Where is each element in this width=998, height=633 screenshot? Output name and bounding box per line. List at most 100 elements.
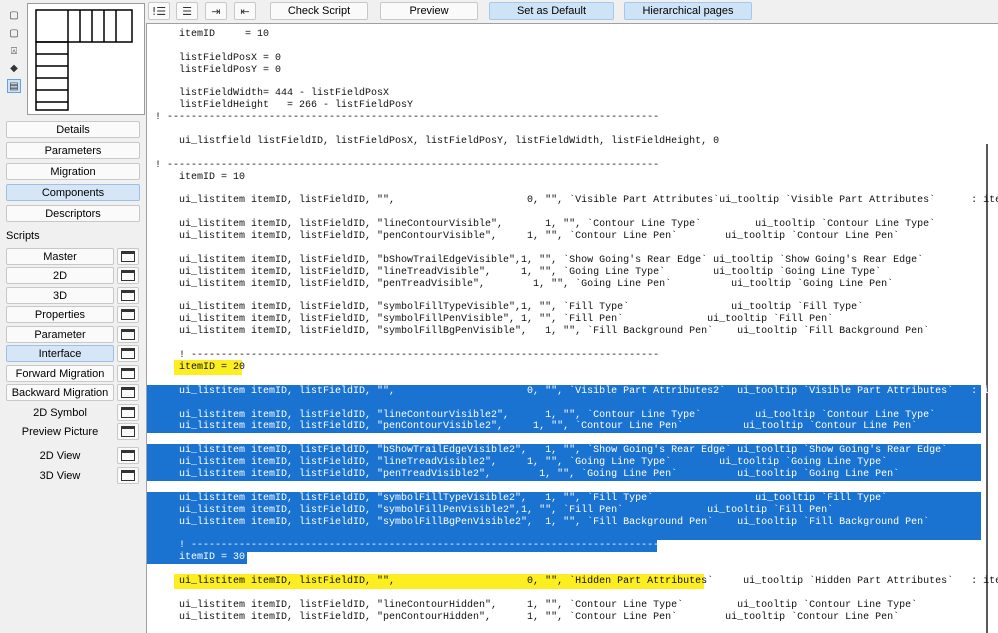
script-parameter-button[interactable]: Parameter xyxy=(6,326,114,343)
code-line[interactable] xyxy=(155,207,998,219)
script-preview-picture-button[interactable]: Preview Picture xyxy=(6,423,114,440)
code-line[interactable] xyxy=(155,291,998,303)
code-line[interactable]: ui_listitem itemID, listFieldID, "penCon… xyxy=(147,420,998,434)
square-icon[interactable]: ▢ xyxy=(7,26,21,40)
code-text: listFieldPosX = 0 xyxy=(155,52,282,64)
window-icon xyxy=(121,270,135,281)
script-label: 2D Symbol xyxy=(33,406,87,419)
code-line[interactable]: ! --------------------------------------… xyxy=(155,350,998,362)
open-window-button[interactable] xyxy=(117,326,139,343)
code-line[interactable]: ui_listitem itemID, listFieldID, "symbol… xyxy=(155,326,998,338)
code-line[interactable] xyxy=(155,77,998,89)
open-window-button[interactable] xyxy=(117,248,139,265)
code-line[interactable]: ui_listitem itemID, listFieldID, "penCon… xyxy=(155,612,998,624)
code-line[interactable]: ui_listitem itemID, listFieldID, "penTre… xyxy=(155,279,998,291)
migration-button[interactable]: Migration xyxy=(6,163,140,180)
script-2d-button[interactable]: 2D xyxy=(6,267,114,284)
components-button[interactable]: Components xyxy=(6,184,140,201)
parameters-button[interactable]: Parameters xyxy=(6,142,140,159)
script-2d-view-button[interactable]: 2D View xyxy=(6,447,114,464)
code-line[interactable]: ui_listitem itemID, listFieldID, "", 0, … xyxy=(147,384,998,398)
code-line[interactable]: ! --------------------------------------… xyxy=(155,160,998,172)
square-small-icon[interactable]: ▢ xyxy=(7,8,21,22)
script-label: Properties xyxy=(34,308,86,321)
check-script-label: Check Script xyxy=(287,5,351,17)
code-line[interactable]: ui_listitem itemID, listFieldID, "lineTr… xyxy=(155,267,998,279)
window-icon xyxy=(121,368,135,379)
open-window-button[interactable] xyxy=(117,345,139,362)
code-area[interactable]: itemID = 10 listFieldPosX = 0 listFieldP… xyxy=(147,29,998,624)
cube-icon[interactable]: ◆ xyxy=(7,61,21,75)
interface-icon[interactable]: ▤ xyxy=(7,79,21,93)
outdent-icon[interactable]: ⇤ xyxy=(234,2,256,20)
script-3d-button[interactable]: 3D xyxy=(6,287,114,304)
preview-label: Preview xyxy=(409,5,449,17)
code-line[interactable]: ui_listitem itemID, listFieldID, "lineCo… xyxy=(155,219,998,231)
code-line[interactable]: ui_listitem itemID, listFieldID, "lineCo… xyxy=(147,408,998,422)
insert-comment-icon[interactable]: !☰ xyxy=(148,2,170,20)
remove-comment-icon[interactable]: ☰ xyxy=(176,2,198,20)
code-line[interactable]: listFieldPosY = 0 xyxy=(155,65,998,77)
stamp-icon[interactable]: ⍓ xyxy=(7,44,21,58)
code-line[interactable]: ui_listitem itemID, listFieldID, "lineCo… xyxy=(155,600,998,612)
set-as-default-button[interactable]: Set as Default xyxy=(489,2,614,20)
code-line[interactable]: itemID = 10 xyxy=(155,29,998,41)
vertical-scrollbar[interactable] xyxy=(981,24,998,633)
script-interface-button[interactable]: Interface xyxy=(6,345,114,362)
code-line[interactable]: ui_listitem itemID, listFieldID, "lineTr… xyxy=(147,456,998,470)
script-properties-button[interactable]: Properties xyxy=(6,306,114,323)
code-line[interactable]: ui_listfield listFieldID, listFieldPosX,… xyxy=(155,136,998,148)
code-line[interactable]: listFieldHeight = 266 - listFieldPosY xyxy=(155,100,998,112)
code-line[interactable]: listFieldPosX = 0 xyxy=(155,53,998,65)
code-line[interactable]: ui_listitem itemID, listFieldID, "symbol… xyxy=(155,302,998,314)
descriptors-button[interactable]: Descriptors xyxy=(6,205,140,222)
open-window-button[interactable] xyxy=(117,423,139,440)
code-line[interactable]: listFieldWidth= 444 - listFieldPosX xyxy=(155,88,998,100)
code-line[interactable] xyxy=(155,243,998,255)
code-line[interactable]: ui_listitem itemID, listFieldID, "", 0, … xyxy=(155,573,998,589)
code-line[interactable]: itemID = 10 xyxy=(155,172,998,184)
script-master-button[interactable]: Master xyxy=(6,248,114,265)
code-line[interactable] xyxy=(147,528,998,541)
code-line[interactable] xyxy=(155,588,998,600)
code-line[interactable] xyxy=(155,124,998,136)
indent-icon[interactable]: ⇥ xyxy=(205,2,227,20)
check-script-button[interactable]: Check Script xyxy=(270,2,368,20)
code-line[interactable]: ui_listitem itemID, listFieldID, "penTre… xyxy=(147,467,998,481)
script-forward-migration-button[interactable]: Forward Migration xyxy=(6,365,114,382)
code-line[interactable] xyxy=(155,338,998,350)
code-text: ui_listitem itemID, listFieldID, "bShowT… xyxy=(155,254,924,266)
code-line[interactable]: ui_listitem itemID, listFieldID, "symbol… xyxy=(147,515,998,529)
open-window-button[interactable] xyxy=(117,306,139,323)
open-window-button[interactable] xyxy=(117,267,139,284)
hierarchical-pages-button[interactable]: Hierarchical pages xyxy=(624,2,752,20)
code-line[interactable]: ui_listitem itemID, listFieldID, "symbol… xyxy=(147,491,998,505)
open-window-button[interactable] xyxy=(117,447,139,464)
open-window-button[interactable] xyxy=(117,287,139,304)
open-window-button[interactable] xyxy=(117,384,139,401)
code-line[interactable]: ui_listitem itemID, listFieldID, "", 0, … xyxy=(155,195,998,207)
code-line[interactable]: ui_listitem itemID, listFieldID, "bShowT… xyxy=(155,255,998,267)
script-2d-symbol-button[interactable]: 2D Symbol xyxy=(6,404,114,421)
code-line[interactable] xyxy=(155,184,998,196)
details-button[interactable]: Details xyxy=(6,121,140,138)
preview-button[interactable]: Preview xyxy=(380,2,478,20)
code-line[interactable]: ui_listitem itemID, listFieldID, "symbol… xyxy=(155,314,998,326)
code-line[interactable]: itemID = 30 xyxy=(147,552,998,565)
script-backward-migration-button[interactable]: Backward Migration xyxy=(6,384,114,401)
code-line[interactable]: itemID = 20 xyxy=(155,359,998,375)
open-window-button[interactable] xyxy=(117,467,139,484)
code-line[interactable]: ui_listitem itemID, listFieldID, "bShowT… xyxy=(147,444,998,458)
code-line[interactable] xyxy=(155,148,998,160)
code-text: listFieldWidth= 444 - listFieldPosX xyxy=(155,88,390,100)
open-window-button[interactable] xyxy=(117,404,139,421)
script-3d-view-button[interactable]: 3D View xyxy=(6,467,114,484)
code-line[interactable]: ! --------------------------------------… xyxy=(147,540,998,553)
code-line[interactable] xyxy=(155,41,998,53)
code-line[interactable]: ! --------------------------------------… xyxy=(155,112,998,124)
script-editor[interactable]: itemID = 10 listFieldPosX = 0 listFieldP… xyxy=(146,23,998,633)
code-line[interactable]: ui_listitem itemID, listFieldID, "penCon… xyxy=(155,231,998,243)
open-window-button[interactable] xyxy=(117,365,139,382)
code-text: itemID = 10 xyxy=(155,29,270,40)
